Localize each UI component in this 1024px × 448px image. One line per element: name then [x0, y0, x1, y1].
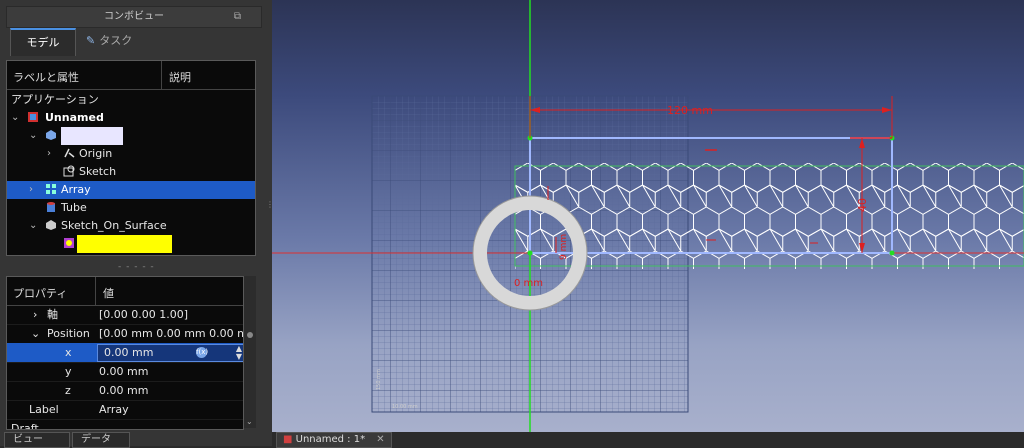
tree-col-desc[interactable]: 説明 — [169, 69, 191, 85]
dimension-zero-label[interactable]: 0 mm — [514, 278, 543, 289]
dock-divider-handle[interactable]: ⋮ — [266, 200, 274, 230]
sketch-icon — [63, 165, 75, 177]
tree-item-label: Origin — [79, 147, 113, 160]
props-col-name[interactable]: プロパティ — [13, 285, 67, 301]
document-icon — [28, 112, 38, 122]
props-scrollbar[interactable]: ⌄ — [244, 276, 256, 428]
chevron-down-icon[interactable]: ⌄ — [29, 127, 37, 145]
tab-data-label: データ — [81, 434, 111, 445]
combo-bottom-tabs: ビュー データ — [0, 432, 272, 448]
dimension-40-label[interactable]: 40 — [856, 198, 869, 212]
prop-name: y — [65, 365, 72, 378]
array-icon — [46, 184, 56, 194]
prop-value[interactable]: [0.00 0.00 1.00] — [99, 305, 188, 324]
prop-row-position[interactable]: ⌄ Position [0.00 mm 0.00 mm 0.00 m... — [7, 324, 243, 344]
property-editor: プロパティ 値 › 軸 [0.00 0.00 1.00] ⌄ Position … — [6, 276, 244, 430]
freecad-document-icon: ■ — [283, 434, 293, 445]
prop-group-draft[interactable]: Draft — [7, 419, 243, 430]
model-tree: ラベルと属性 説明 アプリケーション ⌄ Unnamed ⌄ Body › Or… — [6, 60, 256, 256]
prop-value[interactable]: 0.00 mm — [99, 362, 148, 381]
tree-header: ラベルと属性 説明 — [7, 61, 255, 90]
props-col-value[interactable]: 値 — [103, 285, 114, 301]
combo-view-title-text: コンボビュー — [104, 11, 164, 22]
tree-item-array[interactable]: › Array — [7, 181, 255, 199]
prop-group-name: Draft — [11, 422, 39, 430]
body-icon — [46, 130, 56, 140]
combo-view-panel: コンボビュー ⧉ モデル ✎ タスク ラベルと属性 説明 アプリケーション ⌄ U… — [0, 0, 274, 448]
chevron-right-icon[interactable]: › — [33, 305, 37, 324]
prop-name: z — [65, 384, 71, 397]
mapped-sketch-icon — [64, 238, 74, 248]
tree-root-label: アプリケーション — [11, 93, 99, 106]
chevron-down-icon[interactable]: ⌄ — [11, 109, 19, 127]
combo-view-title: コンボビュー ⧉ — [6, 6, 262, 28]
close-icon[interactable]: ✕ — [376, 434, 384, 445]
dimension-small-label[interactable]: 9 mm — [559, 234, 569, 260]
chevron-right-icon[interactable]: › — [29, 181, 33, 199]
prop-value[interactable]: 0.00 mm — [99, 381, 148, 400]
prop-value[interactable]: [0.00 mm 0.00 mm 0.00 m... — [99, 324, 243, 343]
grid-label-bottom: 10.00 mm — [392, 404, 418, 410]
viewport-canvas[interactable]: 150 mm 10.00 mm 120 mm 40 9 mm 0 mm — [272, 0, 1024, 432]
origin-icon — [64, 148, 75, 158]
tab-view-label: ビュー — [13, 434, 43, 445]
tree-item-label: Mapped_Sketch — [77, 235, 172, 253]
prop-name: 軸 — [47, 308, 58, 321]
prop-name: Label — [29, 403, 59, 416]
x-value-text: 0.00 mm — [104, 346, 154, 359]
prop-row-z[interactable]: z 0.00 mm — [7, 381, 243, 401]
tree-root: アプリケーション — [7, 91, 255, 109]
tree-col-label[interactable]: ラベルと属性 — [13, 69, 79, 85]
chevron-right-icon[interactable]: › — [47, 145, 51, 163]
prop-row-label[interactable]: Label Array — [7, 400, 243, 420]
prop-name: Position — [47, 327, 90, 340]
prop-row-x[interactable]: x 0.00 mm f(x) ▲ ▼ — [7, 343, 243, 363]
dimension-120-label[interactable]: 120 mm — [667, 104, 713, 117]
tab-task-label: タスク — [99, 34, 133, 47]
tree-item-mapped-sketch[interactable]: Mapped_Sketch — [7, 235, 255, 253]
x-value-input[interactable]: 0.00 mm f(x) ▲ ▼ — [97, 344, 243, 362]
brush-icon: ✎ — [86, 34, 96, 47]
grid-label-left: 150 mm — [376, 369, 382, 390]
chevron-down-icon[interactable]: ⌄ — [246, 417, 253, 426]
combo-tabs: モデル ✎ タスク — [6, 28, 262, 56]
tree-item-origin[interactable]: › Origin — [7, 145, 255, 163]
tab-model[interactable]: モデル — [10, 28, 76, 56]
tree-item-tube[interactable]: Tube — [7, 199, 255, 217]
scroll-thumb[interactable] — [247, 332, 253, 338]
panel-splitter[interactable]: - - - - - — [118, 262, 155, 272]
spin-buttons[interactable]: ▲ ▼ — [236, 345, 242, 361]
3d-viewport[interactable]: 150 mm 10.00 mm 120 mm 40 9 mm 0 mm — [272, 0, 1024, 432]
prop-value[interactable]: Array — [99, 400, 129, 419]
tree-item-label: Sketch_On_Surface — [61, 219, 167, 232]
float-dock-icon[interactable]: ⧉ — [234, 7, 241, 27]
tree-item-body[interactable]: ⌄ Body — [7, 127, 255, 145]
tube-icon — [47, 202, 55, 212]
tree-item-label: Array — [61, 183, 91, 196]
document-tab-label: Unnamed : 1* — [295, 434, 366, 445]
expression-icon[interactable]: f(x) — [196, 347, 208, 358]
chevron-down-icon[interactable]: ⌄ — [29, 217, 37, 235]
tree-item-label: Body — [61, 127, 123, 145]
tab-task[interactable]: ✎ タスク — [76, 28, 142, 54]
tree-item-sketch[interactable]: Sketch — [7, 163, 255, 181]
chevron-down-icon[interactable]: ⌄ — [31, 324, 40, 343]
tab-model-label: モデル — [26, 36, 60, 49]
viewport-tab-bar: ■ Unnamed : 1* ✕ — [272, 432, 1024, 448]
prop-row-axis[interactable]: › 軸 [0.00 0.00 1.00] — [7, 305, 243, 325]
part-icon — [46, 220, 56, 230]
props-header: プロパティ 値 — [7, 277, 243, 306]
tree-item-label: Sketch — [79, 165, 117, 178]
prop-name: x — [65, 346, 72, 359]
tree-item-unnamed[interactable]: ⌄ Unnamed — [7, 109, 255, 127]
tree-item-label: Unnamed — [45, 111, 104, 124]
prop-row-y[interactable]: y 0.00 mm — [7, 362, 243, 382]
tree-item-label: Tube — [61, 201, 87, 214]
tree-item-sketch-on-surface[interactable]: ⌄ Sketch_On_Surface — [7, 217, 255, 235]
